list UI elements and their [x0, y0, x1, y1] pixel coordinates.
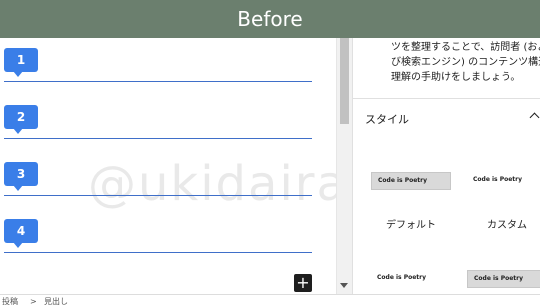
scroll-down-arrow-icon[interactable]: [340, 283, 348, 288]
add-block-button[interactable]: +: [294, 274, 312, 292]
heading-underline: [4, 195, 312, 196]
before-banner: Before: [0, 0, 540, 38]
scrollbar-thumb[interactable]: [340, 38, 349, 124]
description-line: 理解の手助けをしましょう。: [391, 72, 521, 83]
style-preview-text: Code is Poetry: [474, 275, 524, 282]
style-option-4[interactable]: Code is Poetry: [467, 270, 540, 288]
styles-panel-title[interactable]: スタイル: [365, 111, 409, 127]
heading-underline: [4, 81, 312, 82]
style-preview-text: Code is Poetry: [473, 176, 523, 183]
breadcrumb-item-heading[interactable]: 見出し: [44, 298, 68, 306]
chevron-up-icon[interactable]: [529, 112, 540, 123]
heading-number-badge: 4: [4, 219, 38, 248]
style-label-default: デフォルト: [386, 220, 436, 231]
style-option-default[interactable]: Code is Poetry: [371, 172, 451, 190]
heading-block-4[interactable]: 4: [4, 219, 312, 253]
block-editor-canvas[interactable]: @ukidaira 1 2 3 4 +: [0, 38, 336, 294]
breadcrumb-separator: >: [30, 297, 37, 306]
style-label-custom: カスタム: [487, 220, 527, 231]
settings-sidebar: ツを整理することで、訪問者 (およ び検索エンジン) のコンテンツ構造 理解の手…: [352, 38, 540, 294]
heading-block-1[interactable]: 1: [4, 48, 312, 82]
description-line: ツを整理することで、訪問者 (およ: [391, 42, 540, 53]
style-preview-text: Code is Poetry: [378, 177, 428, 184]
editor-scrollbar[interactable]: [336, 38, 352, 294]
heading-number-badge: 1: [4, 48, 38, 77]
heading-block-3[interactable]: 3: [4, 162, 312, 196]
style-option-3[interactable]: Code is Poetry: [371, 270, 449, 286]
description-line: び検索エンジン) のコンテンツ構造: [391, 57, 540, 68]
heading-underline: [4, 252, 312, 253]
block-description: ツを整理することで、訪問者 (およ び検索エンジン) のコンテンツ構造 理解の手…: [391, 40, 540, 85]
heading-underline: [4, 138, 312, 139]
style-option-custom[interactable]: Code is Poetry: [467, 172, 540, 188]
heading-number-badge: 2: [4, 105, 38, 134]
block-breadcrumb: 投稿 > 見出し: [0, 294, 540, 306]
heading-block-2[interactable]: 2: [4, 105, 312, 139]
style-preview-text: Code is Poetry: [377, 274, 427, 281]
panel-divider: [353, 98, 540, 99]
breadcrumb-item-post[interactable]: 投稿: [2, 298, 18, 306]
heading-number-badge: 3: [4, 162, 38, 191]
banner-title: Before: [237, 7, 303, 31]
